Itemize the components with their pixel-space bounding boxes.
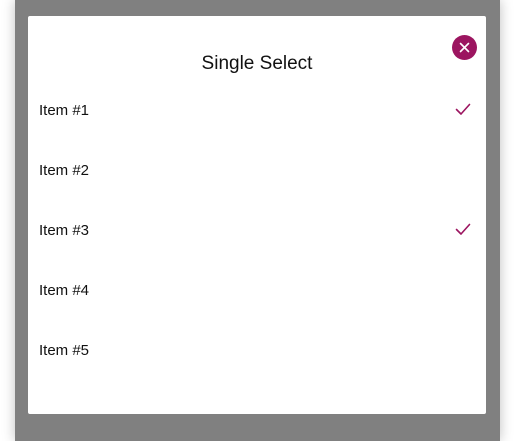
checkmark-icon	[455, 223, 471, 235]
list-item[interactable]: Item #3	[28, 200, 486, 260]
checkmark-icon	[455, 103, 471, 115]
close-icon	[459, 42, 470, 53]
dialog-title: Single Select	[201, 53, 313, 74]
single-select-dialog: Single Select Item #1 Item #2 Item #3 It…	[28, 16, 486, 414]
list-item[interactable]: Item #2	[28, 140, 486, 200]
list-item[interactable]: Item #5	[28, 320, 486, 380]
list-item[interactable]: Item #4	[28, 260, 486, 320]
item-label: Item #4	[39, 282, 90, 299]
list-item[interactable]: Item #1	[28, 80, 486, 140]
item-label: Item #5	[39, 342, 90, 359]
item-label: Item #3	[39, 222, 90, 239]
item-label: Item #2	[39, 162, 90, 179]
select-list: Item #1 Item #2 Item #3 Item #4 Item #5	[28, 80, 486, 380]
item-label: Item #1	[39, 102, 90, 119]
close-button[interactable]	[452, 35, 477, 60]
